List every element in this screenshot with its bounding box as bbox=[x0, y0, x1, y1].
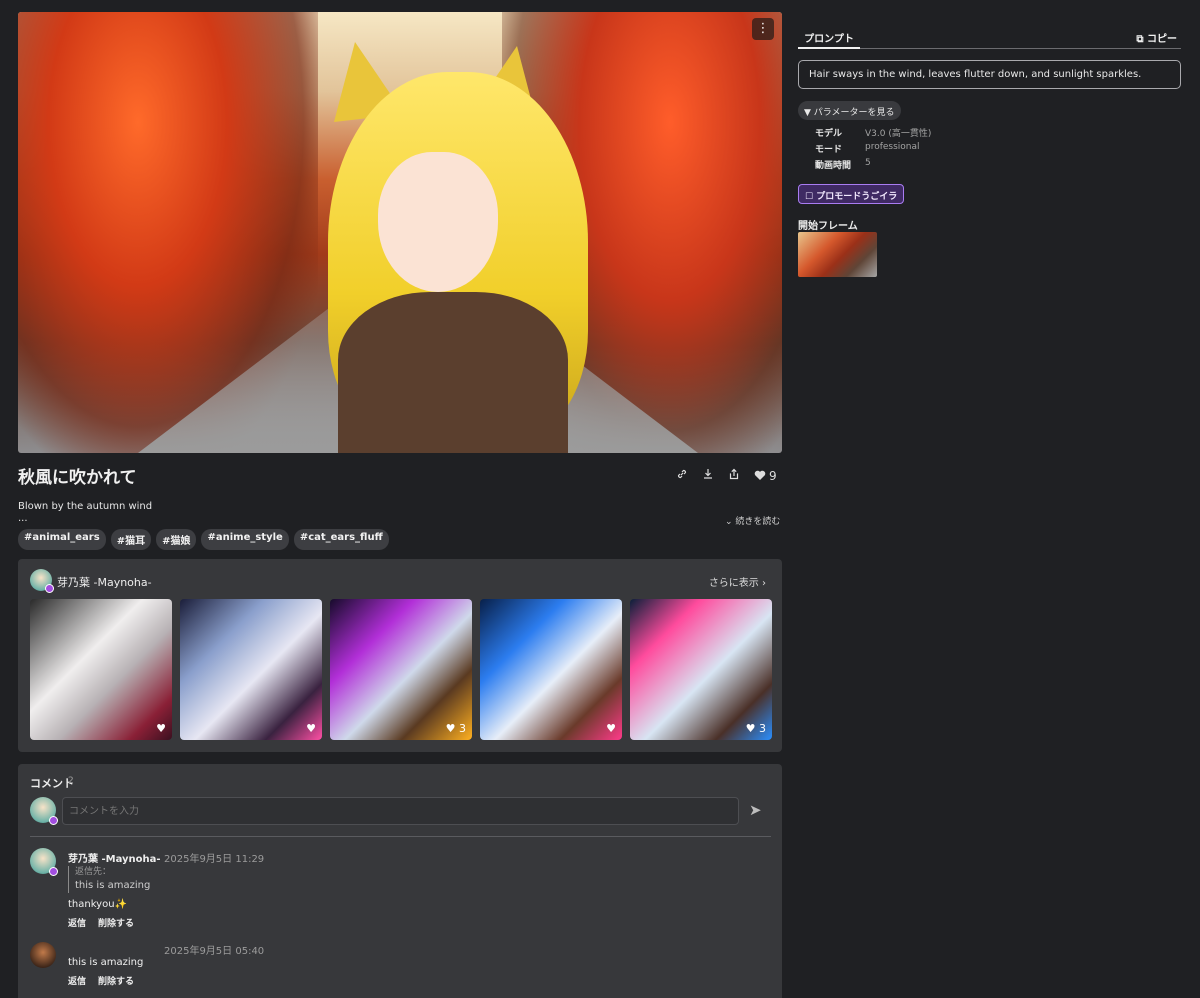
show-more-link[interactable]: さらに表示 › bbox=[709, 574, 766, 589]
comment-actions: 返信 削除する bbox=[68, 974, 134, 987]
image-menu-button[interactable]: ⋮ bbox=[752, 18, 774, 40]
delete-button[interactable]: 削除する bbox=[98, 916, 134, 929]
kebab-menu-icon: ⋮ bbox=[756, 21, 770, 36]
verified-badge-icon bbox=[49, 816, 58, 825]
work-thumbnail[interactable]: ♥ 3 bbox=[630, 599, 772, 740]
reply-quote: 返信先： this is amazing bbox=[68, 866, 150, 893]
character-face bbox=[378, 152, 498, 292]
post-actions: 9 bbox=[676, 468, 777, 483]
work-thumbnail[interactable]: ♥ bbox=[480, 599, 622, 740]
comment-text: thankyou✨ bbox=[68, 899, 127, 910]
work-thumbnail[interactable]: ♥ bbox=[180, 599, 322, 740]
creator-works: ♥ ♥ ♥ 3 ♥ ♥ 3 bbox=[30, 599, 772, 740]
tag-item[interactable]: #cat_ears_fluff bbox=[293, 529, 389, 550]
param-key: モデル bbox=[815, 129, 843, 139]
description-ellipsis: ... bbox=[18, 513, 28, 524]
comment-time: 2025年9月5日 05:40 bbox=[164, 946, 265, 957]
comment-author[interactable]: 芽乃葉 -Maynoha- bbox=[68, 850, 161, 865]
start-frame-label: 開始フレーム bbox=[798, 221, 858, 232]
comment-input[interactable] bbox=[62, 797, 739, 825]
heart-icon[interactable]: ♥ 3 bbox=[446, 722, 466, 735]
creator-avatar[interactable] bbox=[30, 569, 54, 593]
send-icon[interactable]: ➤ bbox=[749, 801, 762, 819]
verified-badge-icon bbox=[45, 584, 54, 593]
tag-item[interactable]: #anime_style bbox=[201, 529, 289, 550]
divider bbox=[30, 836, 771, 837]
read-more-button[interactable]: ⌄ 続きを読む bbox=[725, 514, 780, 527]
prompt-tabbar: プロンプト ⧉ コピー bbox=[798, 26, 1181, 49]
reply-button[interactable]: 返信 bbox=[68, 916, 86, 929]
comment-text: this is amazing bbox=[68, 957, 144, 968]
tab-prompt[interactable]: プロンプト bbox=[798, 26, 860, 49]
comment-avatar[interactable] bbox=[30, 848, 58, 876]
tag-list: #animal_ears #猫耳 #猫娘 #anime_style #cat_e… bbox=[18, 529, 389, 550]
copy-button[interactable]: ⧉ コピー bbox=[1136, 30, 1177, 45]
verified-badge-icon bbox=[49, 867, 58, 876]
comment-avatar[interactable] bbox=[30, 942, 56, 968]
heart-icon[interactable]: ♥ bbox=[306, 722, 316, 735]
tag-item[interactable]: #猫耳 bbox=[110, 529, 152, 550]
work-thumbnail[interactable]: ♥ bbox=[30, 599, 172, 740]
heart-icon[interactable]: ♥ bbox=[156, 722, 166, 735]
post-title: 秋風に吹かれて bbox=[18, 468, 137, 488]
creator-panel: 芽乃葉 -Maynoha- さらに表示 › ♥ ♥ ♥ 3 ♥ ♥ 3 bbox=[18, 559, 782, 752]
param-value: professional bbox=[865, 142, 920, 152]
image-character bbox=[308, 42, 608, 453]
param-key: 動画時間 bbox=[815, 161, 852, 171]
comments-count: 2 bbox=[68, 776, 74, 786]
comments-section: コメント 2 ➤ 芽乃葉 -Maynoha- 2025年9月5日 11:29 返… bbox=[18, 764, 782, 998]
tag-item[interactable]: #猫娘 bbox=[156, 529, 197, 550]
comment-time: 2025年9月5日 11:29 bbox=[164, 854, 265, 865]
start-frame-thumbnail[interactable] bbox=[798, 232, 877, 277]
heart-icon[interactable]: ♥ 3 bbox=[746, 722, 766, 735]
show-parameters-button[interactable]: ▼ パラメーターを見る bbox=[798, 101, 901, 120]
param-key: モード bbox=[815, 145, 843, 155]
param-value: 5 bbox=[865, 158, 871, 168]
post-description: Blown by the autumn wind bbox=[18, 501, 153, 512]
main-image[interactable]: ⋮ bbox=[18, 12, 782, 453]
prompt-text: Hair sways in the wind, leaves flutter d… bbox=[798, 60, 1181, 89]
comment-actions: 返信 削除する bbox=[68, 916, 134, 929]
like-button[interactable]: 9 bbox=[754, 469, 777, 483]
delete-button[interactable]: 削除する bbox=[98, 974, 134, 987]
character-coat bbox=[338, 292, 568, 453]
edit-icon: ☐ bbox=[805, 192, 814, 202]
pro-mode-button[interactable]: ☐ プロモードうごイラ bbox=[798, 184, 905, 204]
heart-icon[interactable]: ♥ bbox=[606, 722, 616, 735]
reply-text: this is amazing bbox=[75, 880, 151, 891]
share-icon[interactable] bbox=[728, 468, 740, 483]
heart-icon bbox=[754, 470, 766, 480]
reply-label: 返信先： bbox=[75, 867, 112, 877]
reply-button[interactable]: 返信 bbox=[68, 974, 86, 987]
copy-icon: ⧉ bbox=[1136, 34, 1144, 45]
current-user-avatar bbox=[30, 797, 58, 825]
link-icon[interactable] bbox=[676, 468, 688, 483]
creator-name[interactable]: 芽乃葉 -Maynoha- bbox=[57, 574, 152, 590]
work-thumbnail[interactable]: ♥ 3 bbox=[330, 599, 472, 740]
tag-item[interactable]: #animal_ears bbox=[18, 529, 106, 550]
param-value: V3.0 (高一貫性) bbox=[865, 129, 932, 139]
download-icon[interactable] bbox=[702, 468, 714, 483]
like-count: 9 bbox=[769, 468, 777, 483]
